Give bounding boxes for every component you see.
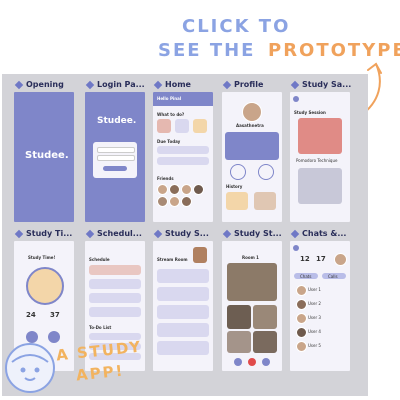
video-tile — [253, 331, 277, 353]
frame-label-study-sa[interactable]: Study Sa... — [290, 80, 351, 89]
room-title: Room 1 — [242, 255, 259, 260]
chat-user[interactable]: User 2 — [308, 301, 321, 306]
profile-name: Aasathnetra — [236, 123, 264, 128]
friend-avatar[interactable] — [157, 196, 168, 207]
cta-see-text: SEE THE — [158, 40, 256, 61]
friend-avatar[interactable] — [193, 184, 204, 195]
screen-login[interactable]: Studee. — [85, 92, 145, 222]
history-card[interactable] — [226, 192, 248, 210]
home-greeting: Hello Pinal — [157, 96, 182, 101]
history-heading: History — [226, 184, 243, 189]
stream-room-title: Stream Room — [157, 257, 188, 262]
study-time-title: Study Time! — [28, 255, 56, 260]
calls-tab-label: Calls — [328, 274, 338, 279]
schedule-title: Schedule — [89, 257, 110, 262]
back-icon[interactable] — [293, 96, 299, 102]
screen-room[interactable]: Room 1 — [222, 241, 282, 371]
room-card[interactable] — [157, 305, 209, 319]
screen-profile[interactable]: Aasathnetra History — [222, 92, 282, 222]
task-card[interactable] — [175, 119, 189, 133]
video-tile — [227, 305, 251, 329]
frame-label-profile[interactable]: Profile — [222, 80, 263, 89]
username-field[interactable] — [97, 147, 135, 153]
camera-icon[interactable] — [262, 358, 270, 366]
friends-heading: Friends — [157, 176, 174, 181]
due-today-heading: Due Today — [157, 139, 181, 144]
mascot-icon — [5, 343, 55, 393]
chats-tab-label: Chats — [300, 274, 312, 279]
chat-user[interactable]: User 1 — [308, 287, 321, 292]
room-card[interactable] — [157, 341, 209, 355]
friend-avatar[interactable] — [157, 184, 168, 195]
screen-stream-room[interactable]: Stream Room — [153, 241, 213, 371]
screen-home[interactable]: Hello Pinal What to do? Due Today Friend… — [153, 92, 213, 222]
room-card[interactable] — [157, 287, 209, 301]
screen-opening[interactable]: Studee. — [14, 92, 74, 222]
stats-card — [225, 132, 279, 160]
room-card[interactable] — [157, 269, 209, 283]
app-logo: Studee. — [25, 150, 69, 161]
schedule-item[interactable] — [89, 279, 141, 289]
profile-avatar — [242, 102, 262, 122]
timer-ring — [26, 267, 64, 305]
date-day-2: 17 — [316, 255, 326, 263]
chat-avatar[interactable] — [296, 285, 307, 296]
frame-label-chats[interactable]: Chats &... — [290, 229, 346, 238]
video-tile — [253, 305, 277, 329]
thumbnail — [193, 247, 207, 263]
friend-avatar[interactable] — [181, 196, 192, 207]
study-session-title: Study Session — [294, 110, 326, 115]
password-field[interactable] — [97, 155, 135, 161]
login-form — [93, 142, 137, 178]
schedule-item[interactable] — [89, 307, 141, 317]
main-video — [227, 263, 277, 301]
chat-avatar[interactable] — [296, 341, 307, 352]
schedule-item[interactable] — [89, 293, 141, 303]
task-card[interactable] — [193, 119, 207, 133]
stat-ring — [230, 164, 246, 180]
schedule-item[interactable] — [89, 265, 141, 275]
frame-label-schedule[interactable]: Schedul... — [85, 229, 142, 238]
timer-minutes: 24 — [26, 311, 36, 319]
chat-user[interactable]: User 3 — [308, 315, 321, 320]
chat-avatar[interactable] — [296, 299, 307, 310]
chat-avatar[interactable] — [296, 313, 307, 324]
frame-label-login[interactable]: Login Pa... — [85, 80, 145, 89]
friend-avatar[interactable] — [181, 184, 192, 195]
history-card[interactable] — [254, 192, 276, 210]
frame-label-opening[interactable]: Opening — [14, 80, 64, 89]
what-to-do-heading: What to do? — [157, 112, 185, 117]
todo-heading: To-Do List — [89, 325, 112, 330]
frame-label-study-time[interactable]: Study Ti... — [14, 229, 72, 238]
login-button[interactable] — [103, 166, 127, 171]
friend-avatar[interactable] — [169, 184, 180, 195]
room-card[interactable] — [157, 323, 209, 337]
date-day-1: 12 — [300, 255, 310, 263]
cta-click-text: CLICK TO — [182, 16, 291, 37]
cta-prototype-link[interactable]: PROTOTYPE — [268, 40, 400, 61]
stat-ring — [258, 164, 274, 180]
video-tile — [227, 331, 251, 353]
due-item[interactable] — [157, 146, 209, 154]
mic-icon[interactable] — [234, 358, 242, 366]
technique-image — [298, 168, 342, 204]
pomodoro-image — [298, 118, 342, 154]
end-call-icon[interactable] — [248, 358, 256, 366]
screen-chats[interactable]: 12 17 Chats Calls User 1 User 2 User 3 U… — [290, 241, 350, 371]
frame-label-home[interactable]: Home — [153, 80, 191, 89]
frame-label-study-stream[interactable]: Study S... — [153, 229, 209, 238]
friend-avatar[interactable] — [169, 196, 180, 207]
back-icon[interactable] — [293, 245, 299, 251]
due-item[interactable] — [157, 157, 209, 165]
task-card[interactable] — [157, 119, 171, 133]
user-avatar[interactable] — [334, 253, 347, 266]
chat-user[interactable]: User 4 — [308, 329, 321, 334]
frame-label-study-room[interactable]: Study St... — [222, 229, 282, 238]
timer-seconds: 37 — [50, 311, 60, 319]
screen-study-session[interactable]: Study Session Pomodoro Technique — [290, 92, 350, 222]
pomodoro-caption: Pomodoro Technique — [296, 158, 338, 163]
chat-avatar[interactable] — [296, 327, 307, 338]
chat-user[interactable]: User 5 — [308, 343, 321, 348]
app-logo: Studee. — [97, 116, 137, 126]
